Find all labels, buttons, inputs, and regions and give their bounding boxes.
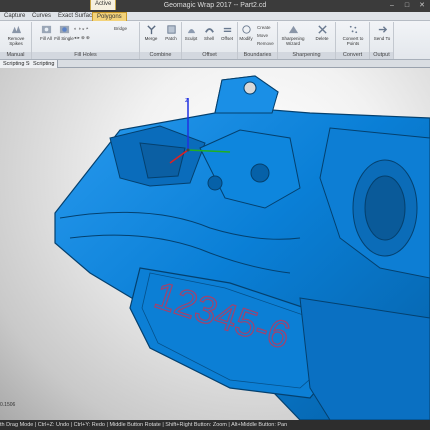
hole-tool-icon[interactable]: ◐ ◑ ◒ ◓ [74,26,89,31]
points-icon [349,25,357,34]
move-boundary-button[interactable]: Move [257,33,268,38]
window-controls: – □ ✕ [386,1,428,10]
brake-caliper-mesh: 12345-6 z [54,75,430,420]
maximize-button[interactable]: □ [401,1,413,10]
remove-boundary-button[interactable]: Remove [257,41,274,46]
group-manual: Remove Spikes Manual [0,22,32,59]
window-title: Geomagic Wrap 2017 -- Part2.cd [163,2,267,9]
convert-to-points-button[interactable]: Convert to Points [340,24,366,50]
hole-arrows-icon[interactable]: ◂ ▸ ⊗ ⊕ [74,35,90,40]
ribbon: Remove Spikes Manual Fill All Fill Singl… [0,21,430,60]
fill-holes-tools-row1: ◐ ◑ ◒ ◓ [74,26,89,31]
modify-icon [241,25,251,34]
sculpt-icon [187,29,195,34]
tab-capture[interactable]: Capture [0,12,29,21]
sharpening-icon [288,25,298,34]
modify-button[interactable]: Modify [236,24,256,50]
spikes-icon [11,25,21,34]
tab-scripting[interactable]: Scripting [30,60,59,68]
fill-single-button[interactable]: Fill Single [54,24,74,50]
status-bar: th Drag Mode | Ctrl+Z: Undo | Ctrl+Y: Re… [0,420,430,430]
offset-button[interactable]: Offset [217,24,237,50]
bridge-button[interactable]: Bridge [114,26,127,31]
operation-tab-bar: Scripting Started Scripting [0,60,430,68]
merge-icon [146,25,156,35]
fill-holes-tools-row2: ◂ ▸ ⊗ ⊕ [74,35,90,41]
group-combine: Merge Patch Combine [140,22,182,59]
delete-button[interactable]: Delete [312,24,332,50]
minimize-button[interactable]: – [386,1,398,10]
coordinate-readout: 0.1506 [0,402,16,408]
offset-icon [223,27,231,33]
3d-viewport[interactable]: 12345-6 z 0.1506 [0,68,430,420]
patch-icon [166,25,176,34]
fill-all-icon [41,25,51,34]
sculpt-button[interactable]: Sculpt [181,24,201,50]
delete-icon [317,25,327,34]
remove-spikes-button[interactable]: Remove Spikes [6,24,26,50]
fill-single-icon [59,25,69,34]
send-to-button[interactable]: Send To [372,24,392,50]
title-bar: Active Geomagic Wrap 2017 -- Part2.cd – … [0,0,430,12]
z-axis-label: z [185,97,189,104]
shell-button[interactable]: Shell [199,24,219,50]
group-offset: Sculpt Shell Offset Offset [182,22,238,59]
tab-curves[interactable]: Curves [28,12,55,21]
create-boundary-button[interactable]: Create [257,25,271,30]
send-icon [378,26,387,33]
group-convert: Convert to Points Convert [336,22,370,59]
fill-all-button[interactable]: Fill All [36,24,56,50]
shell-icon [204,28,214,33]
close-button[interactable]: ✕ [416,1,428,10]
tab-polygons[interactable]: Polygons [92,12,127,21]
group-boundaries: Modify Create Move Remove Boundaries [238,22,278,59]
ribbon-tab-bar: Capture Curves Exact Surfaces Polygons [0,12,430,21]
patch-button[interactable]: Patch [161,24,181,50]
merge-button[interactable]: Merge [141,24,161,50]
group-output: Send To Output [370,22,394,59]
group-sharpening: Sharpening Wizard Delete Sharpening [278,22,336,59]
sharpening-wizard-button[interactable]: Sharpening Wizard [280,24,306,50]
group-fill-holes: Fill All Fill Single ◐ ◑ ◒ ◓ ◂ ▸ ⊗ ⊕ Bri… [32,22,140,59]
